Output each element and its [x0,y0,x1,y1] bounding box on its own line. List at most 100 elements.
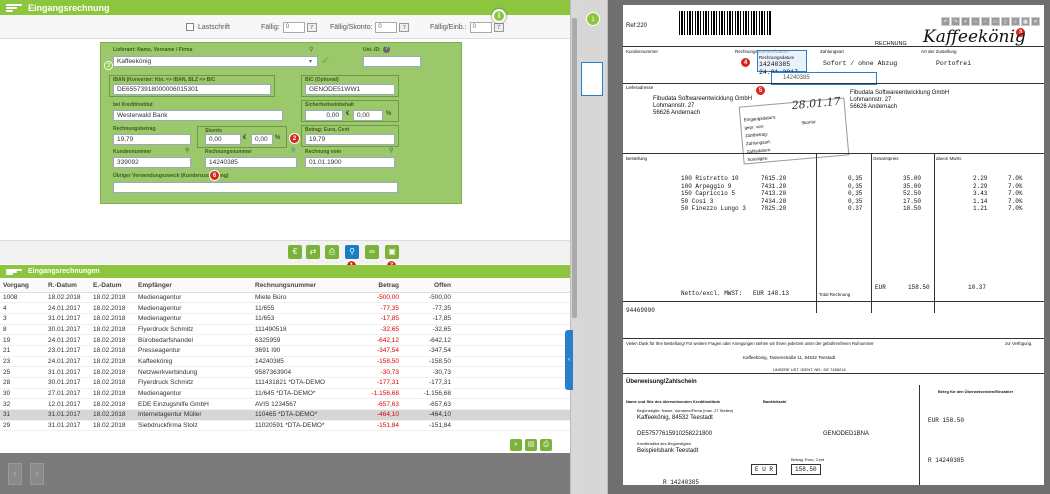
fit-icon[interactable]: ▭ [991,17,1000,26]
pin-icon[interactable]: ⚲ [389,147,393,154]
page-icon[interactable]: ▯ [1001,17,1010,26]
table-row[interactable]: 31 31.01.2017 18.02.2018 Internetagentur Mü… [0,409,570,421]
table-row[interactable]: 4 24.01.2017 18.02.2018 Medienagentur 11/655… [0,302,570,314]
document-icon[interactable]: ▤ [525,439,537,451]
printer-icon[interactable]: ⎙ [540,439,552,451]
doc-item-desc: 50 Finezzo Lungo 3 [681,205,746,212]
scrollbar-thumb[interactable] [572,18,577,318]
rechnungsbetrag-input[interactable]: 19,79 [113,134,191,145]
betrag-euro-input[interactable]: 19,79 [305,134,395,145]
prev-arrow-icon[interactable]: ‹ [8,463,22,485]
column-header[interactable]: R.-Datum [45,280,90,293]
circle-icon[interactable]: ○ [971,17,980,26]
plus-icon[interactable]: + [961,17,970,26]
calendar-icon[interactable]: 7 [399,22,410,32]
verwendungszweck-input[interactable] [113,182,398,193]
search-icon[interactable]: ⌕ [510,439,522,451]
table-header-row: Vorgang R.-Datum E.-Datum Empfänger Rech… [0,280,570,293]
table-cell: 11/653 [252,313,350,325]
dropdown-arrow-icon[interactable]: ▾ [309,58,312,65]
link-button[interactable]: ∞ [365,245,379,259]
table-cell: -77,35 [350,302,402,314]
calendar-icon[interactable]: 7 [493,22,504,32]
table-cell: -30,73 [350,366,402,378]
skonto-percent-input[interactable]: 0,00 [251,134,273,145]
kundennummer-input[interactable]: 339092 [113,157,191,168]
lastschrift-option[interactable]: Lastschrift [186,21,230,33]
calendar-icon[interactable]: 7 [306,22,317,32]
pin-icon[interactable]: ⚲ [185,147,189,154]
info-icon[interactable]: i [492,9,506,23]
transfer-button[interactable]: ⇄ [306,245,320,259]
table-row[interactable]: 32 12.01.2017 18.02.2018 EDE Einzugshilfe G… [0,398,570,411]
faellig-einb-input[interactable]: 0 [469,21,492,33]
column-header[interactable]: Offen [402,280,454,293]
vertical-scrollbar[interactable] [570,0,578,494]
doc-total-mwst: 10.37 [968,284,987,291]
menu-icon[interactable] [6,3,22,12]
faellig-input[interactable]: 0 [282,21,305,33]
faellig-einb-filter: Fällig/Einb.: 0 7 [430,21,504,33]
euro-button[interactable]: € [288,245,302,259]
table-row[interactable]: 23 24.01.2017 18.02.2018 Kaffeekönig 1424038… [0,356,570,368]
menu-icon[interactable] [6,268,22,275]
lieferant-select[interactable]: Kaffeekönig [113,56,318,67]
table-cell: 21 [0,345,45,357]
iban-input[interactable]: DE65573918000006015301 [113,84,271,95]
doc-rechnungsadresse-line: 56626 Andernach [850,104,898,110]
help-icon[interactable]: ? [383,46,390,53]
table-cell: 18.02.2018 [90,409,135,421]
ustid-input[interactable] [363,56,421,67]
location-button[interactable]: ⚲ [345,245,359,259]
page-thumbnail[interactable] [581,62,603,96]
save-button[interactable]: ▣ [385,245,399,259]
table-row[interactable]: 19 24.01.2017 18.02.2018 Bürobedarfshandel 6… [0,334,570,346]
table-cell: 11/645 *DTA-DEMO* [252,388,350,400]
doc-kreditinstitut: Beispielsbank Teestadt [637,448,699,454]
table-row[interactable]: 25 31.01.2017 18.02.2018 Netzwerkverbindung… [0,366,570,378]
lastschrift-checkbox[interactable] [186,23,194,31]
table-row[interactable]: 3 31.01.2017 18.02.2018 Medienagentur 11/653… [0,313,570,325]
skonto-amount-input[interactable]: 0,00 [205,134,241,145]
rule [871,153,872,313]
doc-zahlungsart: Sofort / ohne Abzug [823,60,898,67]
column-header[interactable]: Rechnungsnummer [252,280,350,293]
close-icon[interactable]: ✕ [1031,17,1040,26]
table-cell: 3691 I90 [252,345,350,357]
rechnungsnummer-input[interactable]: 14240385 [205,157,297,168]
table-cell: EDE Einzugshilfe GmbH [135,398,252,411]
scanned-invoice-page: Ref:220 ↶ ↷ + ○ − ▭ ▯ ⌕ ▦ ✕ 3 RECHNUNG K… [623,5,1044,486]
table-cell: 18.02.2018 [90,356,135,368]
table-row[interactable]: 30 27.01.2017 18.02.2018 Medienagentur 11/64… [0,388,570,400]
grid-icon[interactable]: ▦ [1021,17,1030,26]
column-header[interactable]: Empfänger [135,280,252,293]
column-header[interactable]: E.-Datum [90,280,135,293]
invoice-table: Vorgang R.-Datum E.-Datum Empfänger Rech… [0,280,570,432]
undo-icon[interactable]: ↶ [941,17,950,26]
rechnungsbetrag-label: Rechnungsbetrag [113,126,156,132]
print-button[interactable]: ⎙ [325,245,339,259]
table-row[interactable]: 29 31.01.2017 18.02.2018 Siebdruckfirma Sto… [0,420,570,432]
pin-icon[interactable]: ⚲ [309,46,313,53]
minus-icon[interactable]: − [981,17,990,26]
redo-icon[interactable]: ↷ [951,17,960,26]
zoom-icon[interactable]: ⌕ [1011,17,1020,26]
sicherheit-amount-input[interactable]: 0,00 [305,110,343,121]
faellig-skonto-input[interactable]: 0 [375,21,398,33]
table-row[interactable]: 8 30.01.2017 18.02.2018 Flyerdruck Schmitz 1… [0,324,570,336]
bic-input[interactable]: GENODE51WW1 [305,84,395,95]
sicherheit-percent-input[interactable]: 0,00 [353,110,383,121]
table-row[interactable]: 28 30.01.2017 18.02.2018 Flyerdruck Schmitz… [0,377,570,389]
table-row[interactable]: 1008 18.02.2018 18.02.2018 Medienagentur Mie… [0,292,570,304]
doc-beguenstigter-header: Begünstigter: Name, Vorname/Firma (max. … [637,408,734,413]
kreditinstitut-input[interactable]: Westerwald Bank [113,110,283,121]
next-arrow-icon[interactable]: › [30,463,44,485]
table-row[interactable]: 21 23.01.2017 18.02.2018 Presseagentur 3691 … [0,345,570,357]
column-header[interactable]: Vorgang [0,280,45,293]
collapse-tab[interactable]: ‹ [565,330,573,390]
rechnung-vom-input[interactable]: 01.01.1900 [305,157,395,168]
barcode [679,11,771,35]
column-header[interactable]: Betrag [350,280,402,293]
table-cell: Presseagentur [135,345,252,357]
pin-icon-active[interactable]: ⚲ [291,147,295,154]
